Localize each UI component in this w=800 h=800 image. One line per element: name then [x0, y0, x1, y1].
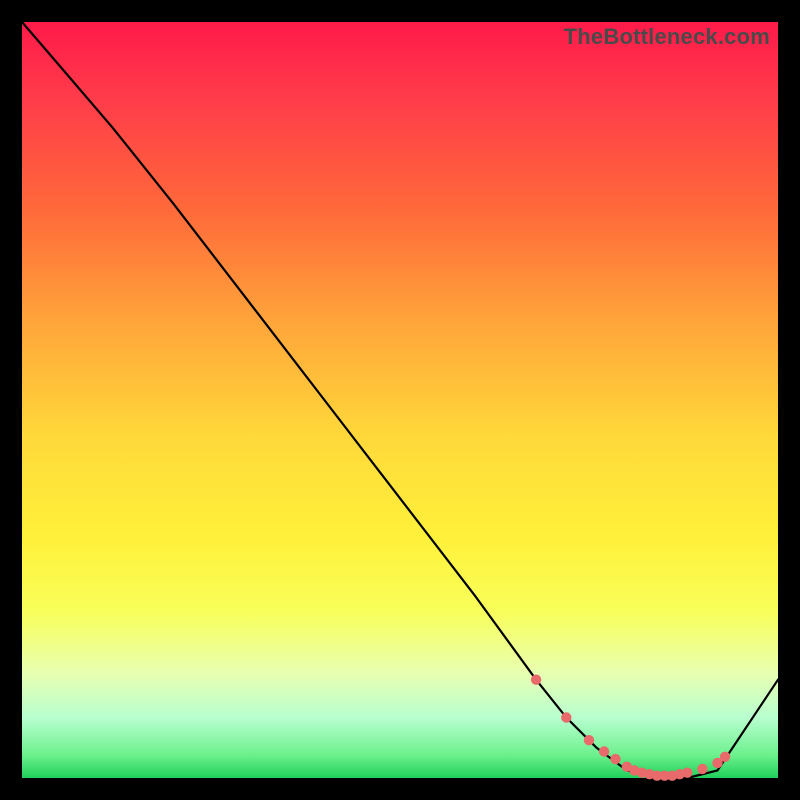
- emphasis-dots: [531, 675, 730, 781]
- chart-stage: TheBottleneck.com: [0, 0, 800, 800]
- curve-layer: [22, 22, 778, 778]
- emphasis-dot: [697, 764, 707, 774]
- emphasis-dot: [584, 735, 594, 745]
- plot-area: TheBottleneck.com: [22, 22, 778, 778]
- emphasis-dot: [531, 675, 541, 685]
- emphasis-dot: [682, 768, 692, 778]
- emphasis-dot: [561, 712, 571, 722]
- emphasis-dot: [610, 754, 620, 764]
- emphasis-dot: [720, 752, 730, 762]
- bottleneck-line: [22, 22, 778, 778]
- emphasis-dot: [599, 746, 609, 756]
